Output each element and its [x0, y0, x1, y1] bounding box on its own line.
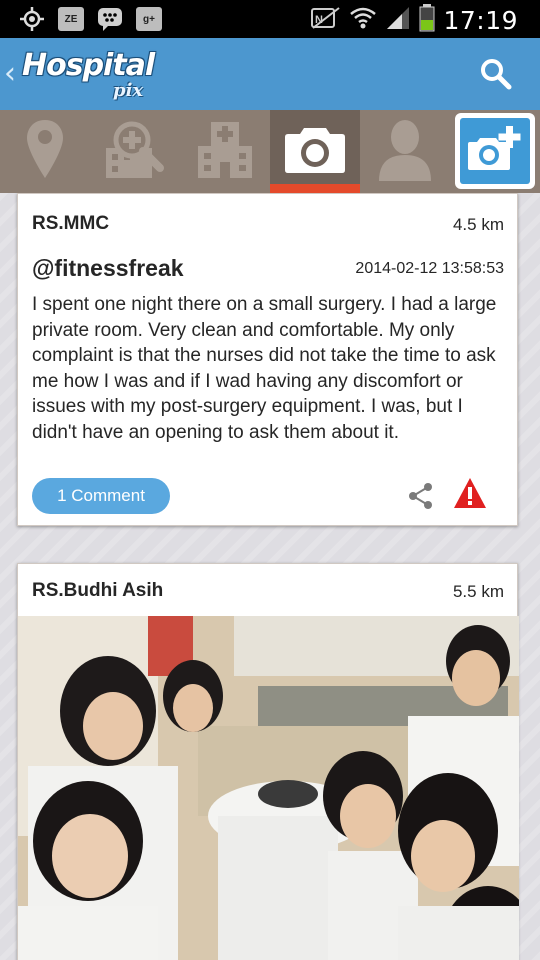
logo-subtitle: pix [113, 80, 144, 101]
tab-location[interactable] [0, 110, 90, 193]
google-plus-icon: g+ [136, 7, 162, 31]
review-text: I spent one night there on a small surge… [32, 294, 497, 443]
distance: 5.5 km [452, 582, 504, 601]
tab-search-hospital[interactable] [90, 110, 180, 193]
distance: 4.5 km [452, 215, 504, 234]
username[interactable]: @fitnessfreak [32, 255, 184, 282]
nfc-icon: N [311, 6, 341, 35]
camera-icon [284, 124, 346, 179]
report-warning-icon[interactable] [453, 477, 487, 511]
signal-icon [385, 5, 411, 36]
tab-hospital[interactable] [180, 110, 270, 193]
timestamp: 2014-02-12 13:58:53 [355, 260, 504, 277]
status-bar: ZE g+ N 17:19 [0, 0, 540, 38]
feed[interactable]: RS.MMC 4.5 km @fitnessfreak 2014-02-12 1… [0, 193, 540, 960]
tab-photos[interactable] [270, 110, 360, 193]
hospital-building-icon [196, 118, 254, 185]
logo-title: Hospital [22, 48, 155, 83]
gps-icon [18, 5, 46, 33]
bbm-icon [96, 5, 124, 33]
ze-app-icon: ZE [58, 7, 84, 31]
camera-add-icon [468, 124, 522, 179]
hospital-photo[interactable] [18, 616, 519, 960]
clock: 17:19 [443, 6, 518, 35]
notification-icons: ZE g+ [18, 5, 162, 33]
review-card[interactable]: RS.MMC 4.5 km @fitnessfreak 2014-02-12 1… [17, 193, 518, 526]
wifi-icon [349, 5, 377, 36]
comments-button[interactable]: 1 Comment [32, 478, 170, 514]
map-pin-icon [25, 118, 65, 185]
add-photo-button-face [460, 118, 530, 184]
photo-card[interactable]: RS.Budhi Asih 5.5 km [17, 563, 519, 960]
user-icon [377, 117, 433, 186]
system-status: N 17:19 [311, 4, 518, 37]
battery-icon [419, 4, 435, 37]
add-photo-button[interactable] [455, 113, 535, 189]
app-bar: ‹ Hospital pix [0, 38, 540, 110]
search-icon[interactable] [478, 56, 514, 92]
hospital-search-icon [104, 118, 166, 185]
hospital-name[interactable]: RS.MMC [32, 213, 109, 235]
share-icon[interactable] [408, 482, 434, 510]
tab-profile[interactable] [360, 110, 450, 193]
tab-bar [0, 110, 540, 193]
hospital-name[interactable]: RS.Budhi Asih [32, 580, 163, 602]
back-icon[interactable]: ‹ [4, 56, 16, 91]
